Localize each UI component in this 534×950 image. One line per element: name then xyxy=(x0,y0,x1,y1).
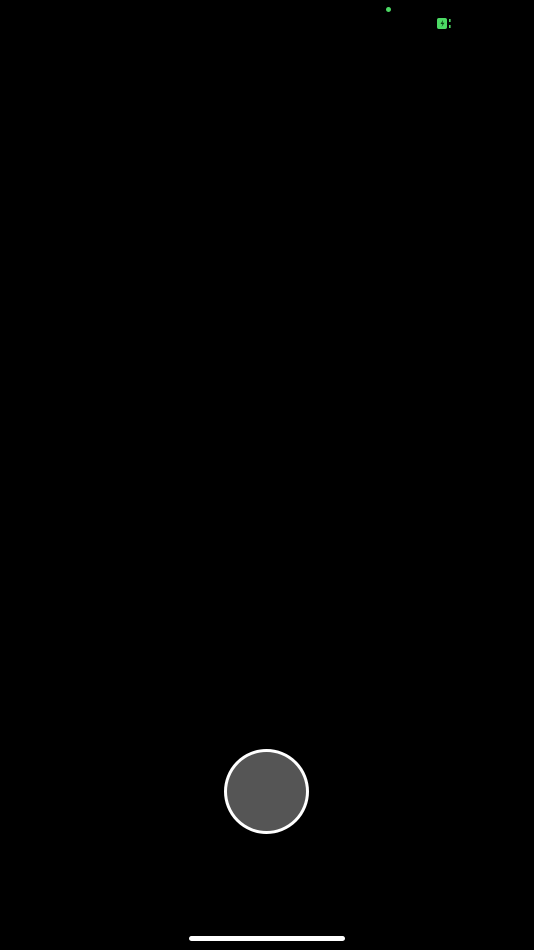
camera-viewfinder[interactable] xyxy=(0,40,534,720)
camera-indicator-icon xyxy=(386,7,391,12)
battery-charging-icon xyxy=(437,18,451,29)
camera-screen xyxy=(0,0,534,950)
shutter-button[interactable] xyxy=(224,749,309,834)
home-indicator[interactable] xyxy=(189,936,345,941)
